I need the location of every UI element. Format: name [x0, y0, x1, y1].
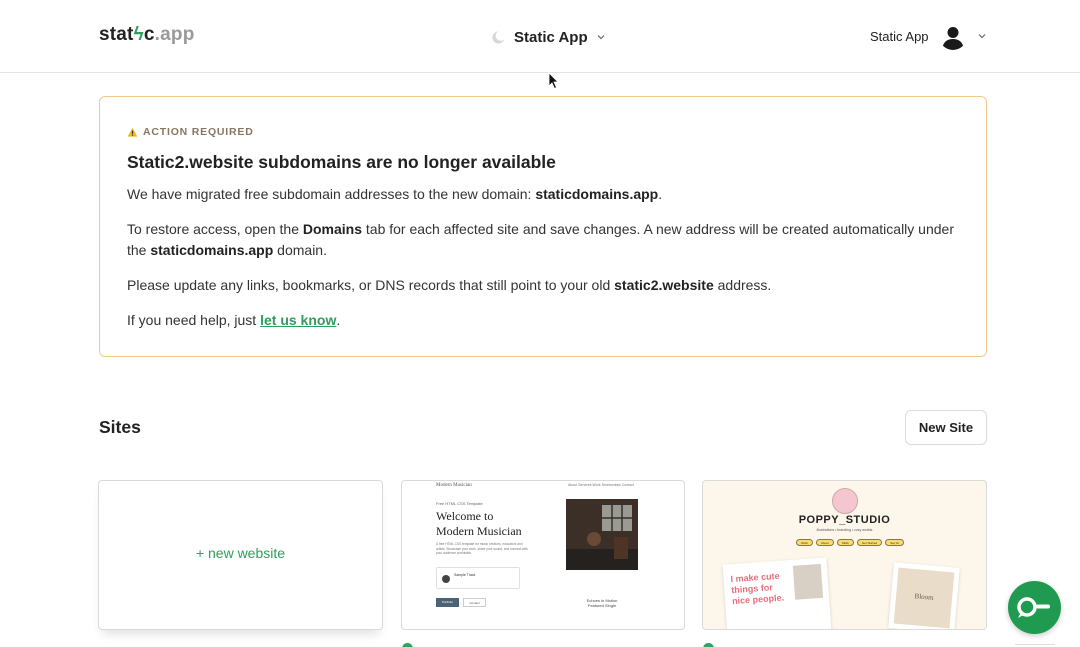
thumb-primary-button: Portfolio: [436, 598, 459, 607]
logo-suffix: .app: [154, 24, 195, 45]
alert-paragraph-1: We have migrated free subdomain addresse…: [127, 184, 957, 205]
thumb-pill: About: [815, 539, 834, 546]
app-logo[interactable]: statϟc.app: [99, 24, 195, 46]
chat-support-button[interactable]: [1008, 581, 1061, 634]
thumb-note-card: I make cute things for nice people.: [722, 557, 832, 629]
alert-bold: staticdomains.app: [535, 186, 659, 202]
thumb-headline-line: Modern Musician: [436, 524, 522, 538]
logo-text-1: stat: [99, 24, 134, 45]
thumb-nav-pills: Work About Skills Get Started Say Hi: [796, 539, 904, 546]
thumb-caption-line: Featured Single: [587, 603, 617, 608]
user-menu[interactable]: Static App: [870, 22, 987, 50]
thumb-secondary-button: Contact: [463, 598, 486, 607]
chevron-down-icon: [597, 35, 605, 40]
warning-icon: [127, 127, 138, 137]
chevron-down-icon: [978, 34, 985, 39]
studio-photo: [566, 499, 638, 570]
app-switcher[interactable]: Static App: [491, 26, 606, 48]
top-bar: statϟc.app Static App Static App: [0, 0, 1080, 73]
alert-bold: static2.website: [614, 277, 714, 293]
thumb-nav: About Services Work Testimonials Contact: [568, 483, 634, 487]
thumb-track-name: Sample Track: [454, 573, 476, 577]
alert-paragraph-2: To restore access, open the Domains tab …: [127, 219, 957, 261]
user-menu-name: Static App: [870, 28, 929, 44]
alert-bold: staticdomains.app: [150, 242, 274, 258]
thumb-pill: Say Hi: [885, 539, 904, 546]
new-website-card[interactable]: + new website: [98, 480, 383, 630]
action-required-alert: ACTION REQUIRED Static2.website subdomai…: [99, 96, 987, 357]
let-us-know-link[interactable]: let us know: [260, 312, 336, 328]
alert-text: We have migrated free subdomain addresse…: [127, 186, 536, 202]
poppy-logo-badge: [832, 488, 858, 514]
moon-icon: [492, 29, 506, 44]
mouse-cursor-icon: [548, 72, 559, 90]
thumb-pill: Get Started: [856, 539, 883, 546]
new-site-button[interactable]: New Site: [905, 410, 987, 445]
thumb-pill: Work: [796, 539, 813, 546]
site-status-dot: [703, 643, 714, 647]
alert-bold: Domains: [302, 221, 362, 237]
thumb-headline-line: Welcome to: [436, 509, 494, 523]
alert-title: Static2.website subdomains are no longer…: [127, 152, 556, 172]
thumb-photo-card: Bloom: [888, 562, 960, 629]
thumb-subtitle: illustrations • branding • cozy worlds: [816, 528, 873, 532]
alert-text: If you need help, just: [127, 312, 261, 328]
alert-text: To restore access, open the: [127, 221, 303, 237]
thumb-title: POPPY_STUDIO: [798, 514, 891, 526]
alert-text: domain.: [273, 242, 327, 258]
new-website-label: + new website: [195, 545, 286, 561]
logo-text-2: c: [143, 24, 155, 45]
sites-heading: Sites: [99, 417, 141, 437]
thumb-caption: Echoes in Motion Featured Single: [572, 598, 632, 608]
thumb-note-headline: I make cute things for nice people.: [730, 570, 785, 607]
thumb-description: A free HTML CSS template for music creat…: [436, 542, 528, 555]
alert-text: Please update any links, bookmarks, or D…: [127, 277, 615, 293]
site-card-modern-musician[interactable]: Modern Musician About Services Work Test…: [401, 480, 685, 630]
alert-tag-label: ACTION REQUIRED: [143, 126, 254, 138]
avatar-icon: [938, 22, 967, 50]
thumb-kicker: Free HTML CSS Template: [436, 501, 483, 506]
site-card-poppy-studio[interactable]: POPPY_STUDIO illustrations • branding • …: [702, 480, 987, 630]
play-icon: [442, 575, 450, 583]
app-switcher-label: Static App: [514, 28, 588, 46]
alert-paragraph-4: If you need help, just let us know.: [127, 310, 957, 331]
alert-text: address.: [713, 277, 772, 293]
logo-bolt: ϟ: [133, 24, 144, 45]
thumb-headline: Welcome to Modern Musician: [436, 509, 522, 539]
site-status-dot: [402, 643, 413, 647]
portrait-image: [792, 563, 824, 600]
alert-text: .: [658, 186, 663, 202]
alert-text: .: [336, 312, 341, 328]
alert-paragraph-3: Please update any links, bookmarks, or D…: [127, 275, 957, 296]
alert-tag: ACTION REQUIRED: [127, 126, 254, 138]
thumb-audio-player: Sample Track: [436, 567, 520, 589]
thumb-pill: Skills: [836, 539, 854, 546]
thumb-brand: Modern Musician: [436, 483, 472, 488]
chat-bubble-icon: [1017, 597, 1050, 618]
